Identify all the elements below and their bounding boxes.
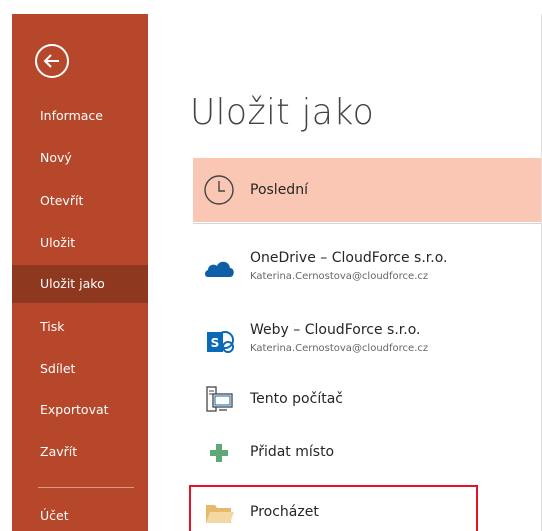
nav-item-informace[interactable]: Informace: [12, 97, 148, 135]
plus-icon: [210, 444, 228, 462]
nav-item-sdilet[interactable]: Sdílet: [12, 350, 148, 388]
nav-item-ulozit[interactable]: Uložit: [12, 224, 148, 262]
clock-icon: [204, 175, 234, 205]
backstage-sidebar: Informace Nový Otevřít Uložit Uložit jak…: [12, 14, 148, 531]
sidebar-divider: [38, 487, 134, 488]
svg-text:S: S: [211, 336, 220, 350]
location-onedrive[interactable]: OneDrive – CloudForce s.r.o. Katerina.Ce…: [193, 241, 542, 297]
divider: [193, 223, 542, 224]
page-title: Uložit jako: [190, 92, 375, 133]
location-subtitle: Katerina.Cernostova@cloudforce.cz: [250, 271, 429, 282]
nav-item-ulozit-jako[interactable]: Uložit jako: [12, 265, 148, 303]
location-subtitle: Katerina.Cernostova@cloudforce.cz: [250, 343, 429, 354]
location-title: Přidat místo: [250, 444, 335, 460]
location-title: Weby – CloudForce s.r.o.: [250, 322, 421, 338]
location-this-pc[interactable]: Tento počítač: [193, 372, 542, 428]
location-title: Poslední: [250, 182, 308, 198]
backstage-page: Informace Nový Otevřít Uložit Uložit jak…: [0, 0, 542, 531]
back-arrow-icon: [43, 54, 59, 68]
location-add-place[interactable]: Přidat místo: [193, 425, 542, 481]
computer-icon: [206, 386, 233, 412]
location-title: OneDrive – CloudForce s.r.o.: [250, 250, 448, 266]
nav-item-novy[interactable]: Nový: [12, 139, 148, 177]
nav-item-ucet[interactable]: Účet: [12, 497, 148, 531]
back-button[interactable]: [35, 44, 69, 78]
location-sharepoint[interactable]: S Weby – CloudForce s.r.o. Katerina.Cern…: [193, 313, 542, 369]
sharepoint-icon: S: [207, 331, 234, 353]
onedrive-cloud-icon: [205, 261, 234, 277]
nav-item-exportovat[interactable]: Exportovat: [12, 391, 148, 429]
location-title: Tento počítač: [250, 391, 343, 407]
nav-item-otevrit[interactable]: Otevřít: [12, 182, 148, 220]
nav-item-tisk[interactable]: Tisk: [12, 308, 148, 346]
location-recent[interactable]: Poslední: [193, 158, 542, 222]
highlight-outline: [189, 485, 478, 531]
nav-item-zavrit[interactable]: Zavřít: [12, 433, 148, 471]
